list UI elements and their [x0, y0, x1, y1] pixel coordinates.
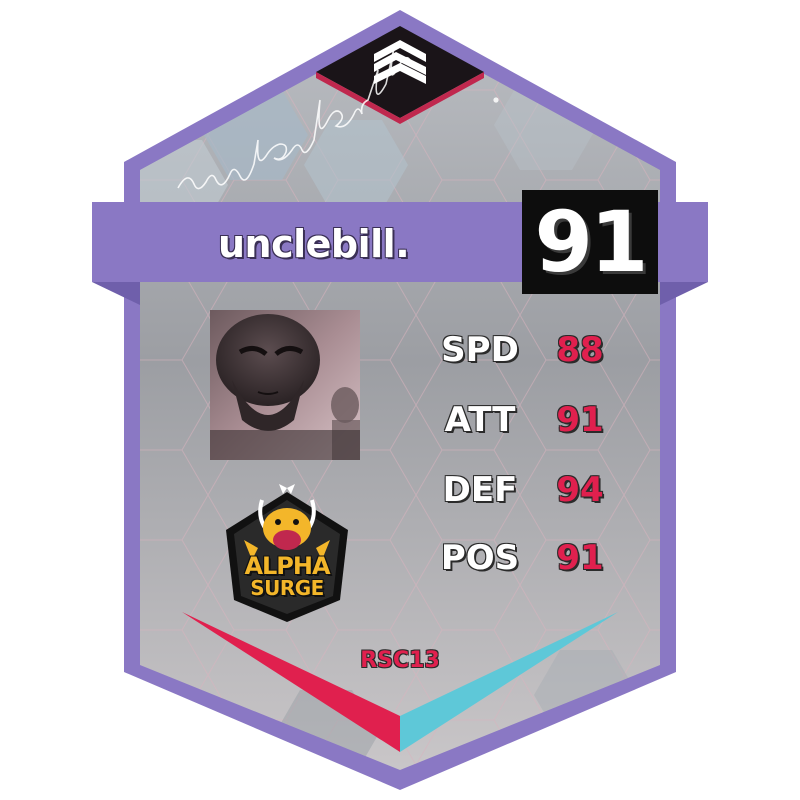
stat-label-spd: SPD [441, 330, 519, 370]
player-card: unclebill. 91 SPD 88 ATT 91 DEF 94 POS 9… [0, 0, 800, 800]
card-graphics [92, 10, 708, 790]
player-name: unclebill. [218, 222, 410, 266]
stat-label-att: ATT [444, 400, 516, 440]
player-avatar [210, 310, 360, 460]
stat-label-def: DEF [442, 470, 518, 510]
stat-value-def: 94 [556, 470, 604, 510]
overall-rating: 91 [534, 193, 649, 291]
stat-label-pos: POS [440, 538, 520, 578]
stat-value-pos: 91 [556, 538, 604, 578]
team-name-line2: SURGE [250, 576, 324, 600]
stat-value-spd: 88 [556, 330, 604, 370]
stat-value-att: 91 [556, 400, 604, 440]
season-label: RSC13 [360, 648, 440, 673]
